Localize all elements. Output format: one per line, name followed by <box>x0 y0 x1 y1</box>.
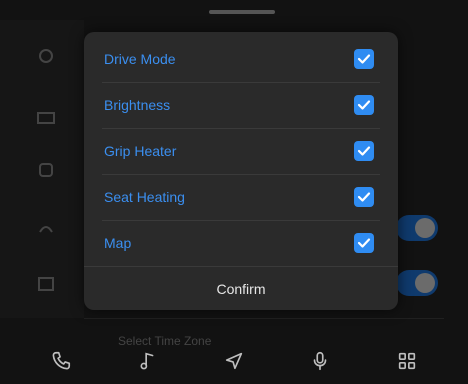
phone-icon[interactable] <box>47 347 75 375</box>
check-icon <box>357 54 371 64</box>
widget-selection-dialog: Drive Mode Brightness Grip Heater Seat H… <box>84 32 398 310</box>
checkbox-label: Grip Heater <box>104 143 177 159</box>
vehicle-icon <box>39 163 53 177</box>
navigation-icon[interactable] <box>220 347 248 375</box>
map-icon <box>38 277 54 291</box>
settings-icon <box>39 49 53 63</box>
bottom-navigation <box>0 338 468 384</box>
check-icon <box>357 192 371 202</box>
checkbox-label: Drive Mode <box>104 51 176 67</box>
check-icon <box>357 100 371 110</box>
checkbox-item-seat-heating[interactable]: Seat Heating <box>84 174 398 220</box>
display-icon <box>37 112 55 124</box>
background-sidebar <box>0 20 84 318</box>
heater-icon <box>39 226 53 233</box>
background-toggle <box>396 270 438 296</box>
checkbox[interactable] <box>354 49 374 69</box>
check-icon <box>357 146 371 156</box>
divider <box>84 266 398 267</box>
checkbox-item-drive-mode[interactable]: Drive Mode <box>84 36 398 82</box>
checkbox[interactable] <box>354 187 374 207</box>
checkbox[interactable] <box>354 141 374 161</box>
drag-handle[interactable] <box>209 10 275 14</box>
background-toggle <box>396 215 438 241</box>
checkbox-label: Seat Heating <box>104 189 185 205</box>
checkbox-item-brightness[interactable]: Brightness <box>84 82 398 128</box>
checkbox-item-map[interactable]: Map <box>84 220 398 266</box>
checkbox-item-grip-heater[interactable]: Grip Heater <box>84 128 398 174</box>
screen: Select Time Zone Drive Mode Brightness G… <box>0 0 468 384</box>
checkbox-label: Map <box>104 235 132 251</box>
apps-grid-icon[interactable] <box>393 347 421 375</box>
check-icon <box>357 238 371 248</box>
checkbox[interactable] <box>354 233 374 253</box>
checkbox[interactable] <box>354 95 374 115</box>
confirm-button[interactable]: Confirm <box>84 268 398 310</box>
checkbox-label: Brightness <box>104 97 171 113</box>
background-divider <box>84 318 444 319</box>
music-icon[interactable] <box>134 347 162 375</box>
microphone-icon[interactable] <box>306 347 334 375</box>
